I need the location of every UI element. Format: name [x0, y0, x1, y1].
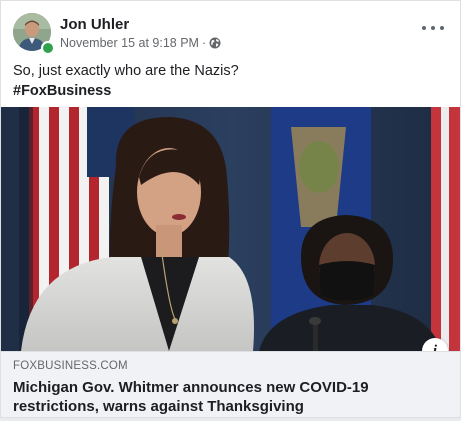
post-header: Jon Uhler November 15 at 9:18 PM ·	[13, 13, 450, 55]
post-text: So, just exactly who are the Nazis? #Fox…	[13, 61, 450, 101]
more-horizontal-icon	[431, 26, 435, 30]
more-horizontal-icon	[440, 26, 444, 30]
post-text-line: So, just exactly who are the Nazis?	[13, 63, 239, 79]
link-title[interactable]: Michigan Gov. Whitmer announces new COVI…	[13, 378, 433, 416]
facebook-post-card: Jon Uhler November 15 at 9:18 PM · So, j…	[0, 0, 461, 418]
online-status-indicator	[41, 41, 55, 55]
link-domain: FOXBUSINESS.COM	[13, 360, 128, 372]
author-name[interactable]: Jon Uhler	[60, 16, 129, 33]
globe-icon[interactable]	[209, 37, 221, 49]
post-meta: November 15 at 9:18 PM ·	[60, 36, 221, 50]
link-preview-footer[interactable]: FOXBUSINESS.COM Michigan Gov. Whitmer an…	[1, 351, 460, 417]
meta-separator: ·	[201, 36, 207, 50]
link-preview-image[interactable]	[1, 107, 460, 351]
post-timestamp[interactable]: November 15 at 9:18 PM	[60, 36, 199, 50]
more-horizontal-icon	[422, 26, 426, 30]
hashtag-link[interactable]: #FoxBusiness	[13, 81, 450, 101]
more-options-button[interactable]	[422, 21, 444, 35]
